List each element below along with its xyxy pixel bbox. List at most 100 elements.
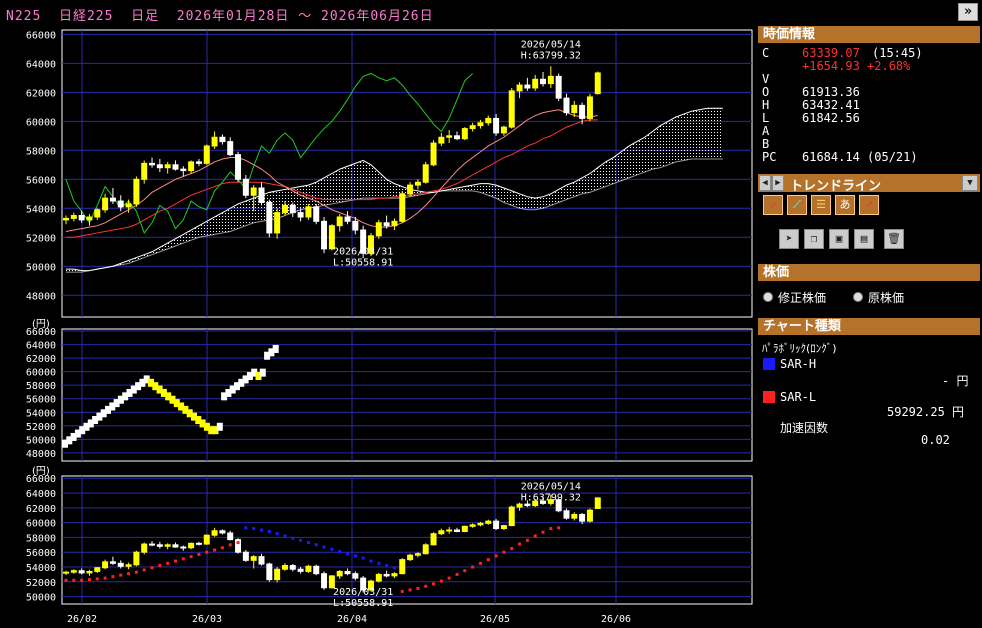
- clipboard-icon[interactable]: ▤: [854, 229, 874, 249]
- candle-body: [78, 215, 85, 221]
- candle-body: [469, 524, 476, 527]
- open-value: 61913.36: [802, 85, 860, 99]
- sar-l-dot: [416, 586, 420, 590]
- sar-h-dot: [353, 554, 357, 558]
- fibonacci-tool-icon[interactable]: ☰: [811, 195, 831, 215]
- sar-l-dot: [220, 546, 224, 550]
- sar-l-dot: [197, 552, 201, 556]
- candle-body: [305, 565, 312, 572]
- y-tick-label: 50000: [26, 435, 56, 446]
- pointer-icon[interactable]: ➤: [779, 229, 799, 249]
- sar-h-dot: [322, 545, 326, 549]
- candle-body: [547, 75, 554, 85]
- candle-body: [70, 215, 77, 219]
- trash-icon[interactable]: 🗑: [884, 229, 904, 249]
- trendline-label: トレンドライン: [790, 179, 882, 194]
- candle-body: [586, 96, 593, 119]
- candle-body: [579, 513, 586, 522]
- annotation: 2026/05/14 H:63799.32: [521, 39, 581, 61]
- sar-h-dot: [385, 564, 389, 568]
- candle-body: [86, 216, 93, 221]
- candle-body: [141, 543, 148, 553]
- quote-info-heading: 時価情報: [758, 26, 980, 43]
- sar-h-dot: [267, 529, 271, 533]
- y-tick-label: 52000: [26, 422, 56, 433]
- sar-l-dot: [549, 527, 553, 531]
- candle-body: [414, 553, 421, 556]
- sar-l-dot: [525, 538, 529, 542]
- dropdown-icon[interactable]: ▼: [962, 175, 978, 191]
- candle-body: [477, 522, 484, 526]
- y-tick-label: 48000: [26, 449, 56, 460]
- y-tick-label: 62000: [26, 354, 56, 365]
- candle-body: [594, 72, 601, 95]
- annotation: 2026/05/14 H:63799.32: [521, 481, 581, 503]
- candle-body: [321, 220, 328, 250]
- sar-l-dot: [119, 573, 123, 577]
- kagi-block: [272, 344, 279, 353]
- candle-body: [172, 164, 179, 170]
- candle-body: [422, 164, 429, 183]
- y-tick-label: 64000: [26, 341, 56, 352]
- sar-h-dot: [392, 566, 396, 570]
- copy-icon[interactable]: ❐: [804, 229, 824, 249]
- candle-body: [430, 533, 437, 546]
- close-label: C: [762, 46, 770, 60]
- sar-l-dot: [471, 565, 475, 569]
- candle-body: [540, 78, 547, 85]
- y-tick-label: 58000: [26, 381, 56, 392]
- sar-l-dot: [541, 530, 545, 534]
- ask-label: A: [762, 124, 770, 138]
- candle-body: [328, 225, 335, 250]
- candle-body: [109, 561, 116, 564]
- raw-price-label: 原株価: [868, 291, 905, 305]
- sar-l-value: 59292.25 円: [887, 405, 965, 419]
- sar-l-dot: [228, 543, 232, 547]
- candle-body: [399, 559, 406, 575]
- sar-l-dot: [134, 570, 138, 574]
- adjusted-price-radio[interactable]: [763, 292, 773, 302]
- x-tick-label: 26/03: [192, 614, 222, 625]
- x-tick-label: 26/02: [67, 614, 97, 625]
- candle-body: [274, 568, 281, 581]
- plot-frame: [61, 29, 753, 318]
- raw-price-radio[interactable]: [853, 292, 863, 302]
- zigzag-tool-icon[interactable]: ⟋: [787, 195, 807, 215]
- chevron-right-icon[interactable]: ▶: [772, 175, 784, 191]
- sar-l-dot: [80, 578, 84, 582]
- arrow-tool-icon[interactable]: ➚: [859, 195, 879, 215]
- plot-frame: [61, 475, 753, 605]
- chart-area: 48000 50000 52000 54000 56000 58000 60000 62000…: [26, 29, 753, 625]
- sar-l-dot: [111, 575, 115, 579]
- candle-body: [485, 520, 492, 524]
- candle-body: [94, 209, 101, 218]
- paste-icon[interactable]: ▣: [829, 229, 849, 249]
- candle-body: [274, 212, 281, 234]
- price-heading: 株価: [758, 264, 980, 281]
- candle-body: [344, 570, 351, 575]
- y-tick-label: 64000: [26, 489, 56, 500]
- candle-body: [586, 509, 593, 522]
- candle-body: [383, 573, 390, 577]
- candle-body: [571, 513, 578, 519]
- unit-label: (円): [32, 319, 50, 330]
- kagi-block: [216, 422, 223, 431]
- candle-body: [336, 216, 343, 227]
- sar-h-dot: [330, 547, 334, 551]
- candle-body: [438, 136, 445, 144]
- candle-body: [532, 78, 539, 89]
- sar-l-dot: [424, 584, 428, 588]
- candle-body: [493, 117, 500, 134]
- text-tool-icon[interactable]: あ: [835, 195, 855, 215]
- candle-body: [164, 544, 171, 547]
- y-tick-label: 56000: [26, 175, 56, 186]
- candle-body: [63, 217, 69, 221]
- low-value: 61842.56: [802, 111, 860, 125]
- kagi-block: [259, 368, 266, 377]
- double-chevron-right-icon[interactable]: »: [958, 3, 978, 21]
- chevron-left-icon[interactable]: ◀: [759, 175, 771, 191]
- trendline-tool-icon[interactable]: ↗: [763, 195, 783, 215]
- sar-l-dot: [478, 561, 482, 565]
- candle-body: [555, 75, 562, 99]
- candle-body: [352, 220, 359, 231]
